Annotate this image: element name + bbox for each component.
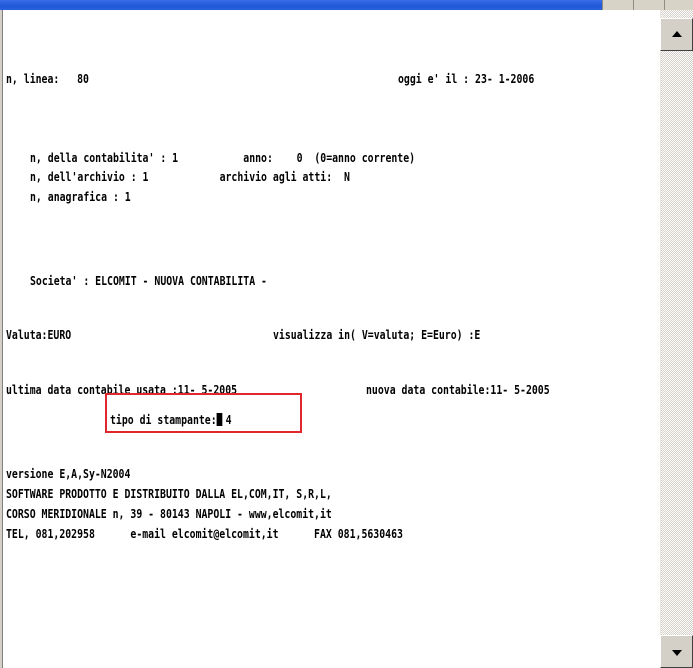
visualizza-text: visualizza in( V=valuta; E=Euro) :E (273, 328, 481, 342)
title-button-right[interactable] (633, 0, 664, 10)
valuta-text: Valuta:EURO (6, 328, 72, 342)
archivio-line: n, dell'archivio : 1 archivio agli atti:… (30, 170, 350, 184)
software-line: SOFTWARE PRODOTTO E DISTRIBUITO DALLA EL… (6, 487, 332, 501)
linea-text: n, linea: 80 (6, 72, 89, 86)
versione-line: versione E,A,Sy-N2004 (6, 467, 131, 481)
down-arrow-icon (672, 650, 682, 656)
contatti-line: TEL, 081,202958 e-mail elcomit@elcomit,i… (6, 527, 403, 541)
anagrafica-line: n, anagrafica : 1 (30, 190, 131, 204)
title-button-far-right[interactable] (664, 0, 693, 10)
scroll-up-button[interactable] (660, 18, 693, 51)
scroll-down-button[interactable] (660, 635, 693, 668)
contabilita-line: n, della contabilita' : 1 anno: 0 (0=ann… (30, 151, 416, 165)
title-button-left[interactable] (602, 0, 633, 10)
vertical-scrollbar[interactable] (660, 10, 693, 668)
highlight-box (105, 393, 302, 433)
nuova-data-text: nuova data contabile:11- 5-2005 (366, 383, 550, 397)
date-today-text: oggi e' il : 23- 1-2006 (398, 72, 535, 86)
indirizzo-line: CORSO MERIDIONALE n, 39 - 80143 NAPOLI -… (6, 507, 332, 521)
window-titlebar (0, 0, 693, 10)
societa-line: Societa' : ELCOMIT - NUOVA CONTABILITA - (30, 274, 267, 288)
up-arrow-icon (672, 31, 682, 37)
console-area[interactable]: n, linea: 80 oggi e' il : 23- 1-2006 n, … (3, 10, 659, 668)
